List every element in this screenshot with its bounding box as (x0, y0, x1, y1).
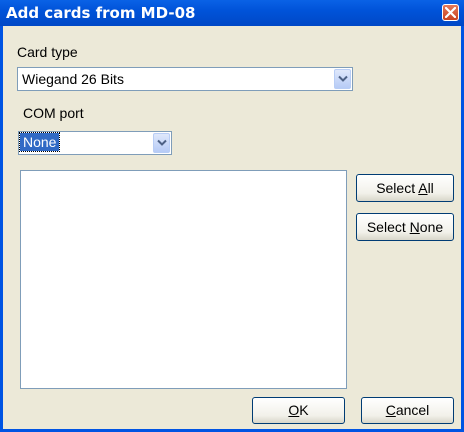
card-type-value: Wiegand 26 Bits (22, 71, 124, 87)
cancel-label: Cancel (386, 398, 430, 423)
chevron-down-icon (338, 75, 348, 82)
cancel-button[interactable]: Cancel (361, 397, 454, 424)
card-type-select[interactable]: Wiegand 26 Bits (17, 67, 353, 91)
select-none-mnemonic: N (409, 219, 420, 235)
title-bar[interactable]: Add cards from MD-08 (0, 0, 464, 26)
card-type-label: Card type (17, 44, 78, 60)
com-port-select[interactable]: None (18, 131, 172, 155)
cancel-suffix: ancel (395, 402, 430, 418)
ok-suffix: K (299, 402, 309, 418)
select-none-prefix: Select (366, 219, 410, 235)
select-none-label: Select None (367, 214, 443, 240)
select-none-suffix: one (419, 219, 444, 235)
chevron-down-icon (157, 139, 167, 146)
select-all-mnemonic: A (418, 180, 428, 196)
select-all-suffix: ll (427, 180, 434, 196)
ok-button[interactable]: OK (252, 397, 345, 424)
card-type-dropdown-button[interactable] (334, 69, 351, 89)
cancel-mnemonic: C (385, 402, 396, 418)
cards-list[interactable] (20, 170, 347, 389)
select-all-button[interactable]: Select All (356, 174, 454, 202)
select-all-label: Select All (376, 175, 434, 201)
window-title: Add cards from MD-08 (6, 4, 196, 22)
close-button[interactable] (442, 4, 459, 21)
select-none-button[interactable]: Select None (356, 213, 454, 241)
dialog-window: Add cards from MD-08 Card type Wiegand 2… (0, 0, 464, 432)
com-port-dropdown-button[interactable] (153, 133, 170, 153)
com-port-label: COM port (23, 105, 84, 121)
select-all-prefix: Select (376, 180, 419, 196)
ok-mnemonic: O (288, 402, 300, 418)
ok-label: OK (288, 398, 308, 423)
close-icon (445, 7, 456, 18)
com-port-value: None (18, 132, 61, 152)
